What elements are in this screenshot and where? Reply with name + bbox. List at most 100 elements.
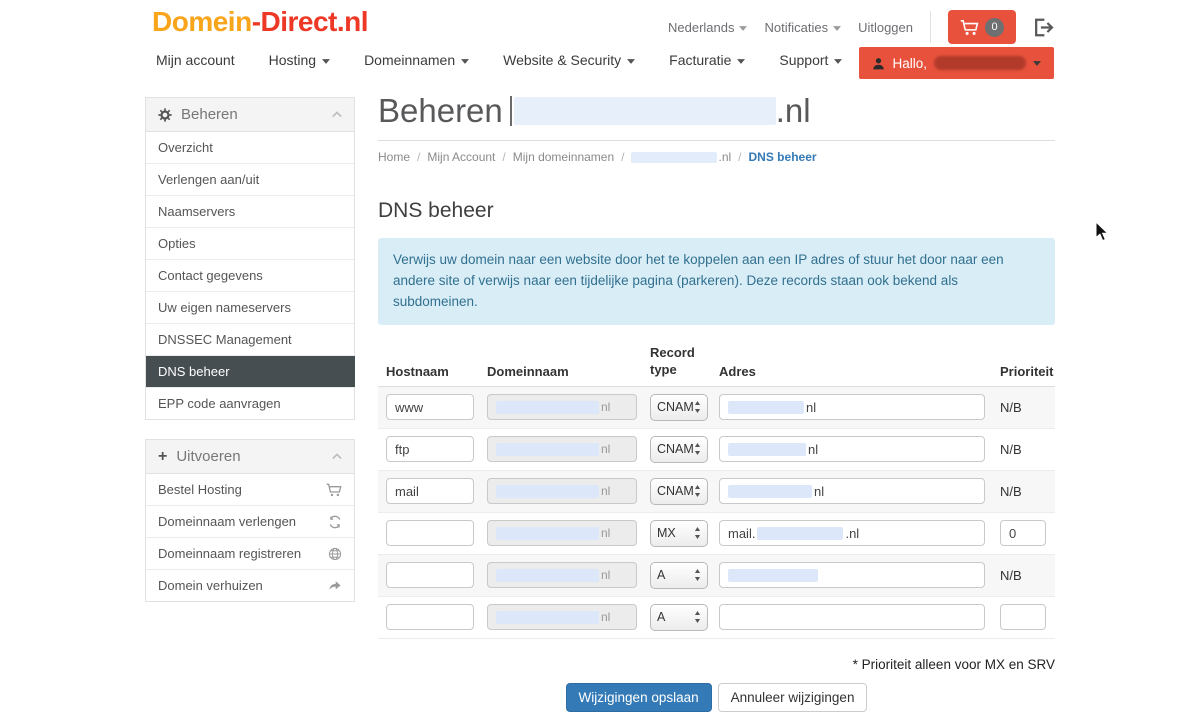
sidebar-item-label: EPP code aanvragen [158,396,281,411]
user-icon [872,57,885,70]
redacted-domain [496,569,599,582]
nav-item-domeinnamen[interactable]: Domeinnamen [364,52,469,68]
page-title-suffix: .nl [776,92,811,130]
top-link-uitloggen[interactable]: Uitloggen [858,20,913,35]
form-actions: Wijzigingen opslaan Annuleer wijzigingen [378,683,1055,712]
prioriteit-value: N/B [1000,568,1022,583]
redacted-adres [757,527,843,540]
site-logo[interactable]: Domein-Direct.nl [152,6,368,38]
sidebar-item-contact-gegevens[interactable]: Contact gegevens [146,260,354,292]
logout-icon[interactable] [1033,18,1054,37]
redacted-domain-name [514,97,776,125]
adres-suffix: nl [814,484,824,499]
breadcrumb-current[interactable]: DNS beheer [749,150,817,164]
sidebar: Beheren Overzicht Verlengen aan/uitNaamser… [145,97,355,621]
record-type-select[interactable]: A [650,562,708,589]
nav-item-website-security[interactable]: Website & Security [503,52,635,68]
sidebar-item-domein-verhuizen[interactable]: Domein verhuizen [146,570,354,601]
chevron-down-icon [834,59,842,64]
sidebar-item-dns-beheer[interactable]: DNS beheer [146,356,355,388]
sidebar-section-uitvoeren: +UitvoerenBestel HostingDomeinnaam verle… [145,439,355,602]
breadcrumb-link-mijn-domeinnamen[interactable]: Mijn domeinnamen [513,150,614,164]
adres-input[interactable] [719,604,985,630]
sidebar-item-verlengen-aan-uit[interactable]: Verlengen aan/uit [146,164,354,196]
hostnaam-input[interactable] [386,436,474,462]
hostnaam-input[interactable] [386,394,474,420]
sidebar-item-label: Overzicht [158,140,213,155]
adres-input[interactable]: nl [719,436,985,462]
sidebar-item-label: Opties [158,236,196,251]
sidebar-item-opties[interactable]: Opties [146,228,354,260]
record-type-select[interactable]: CNAM [650,478,708,505]
breadcrumb-link-domain[interactable]: .nl [631,150,731,164]
select-arrows-icon [694,443,701,455]
redacted-adres [728,443,806,456]
breadcrumb-link-home[interactable]: Home [378,150,410,164]
column-header-label: Record type [650,345,698,379]
cancel-button[interactable]: Annuleer wijzigingen [718,683,868,712]
nav-item-hosting[interactable]: Hosting [269,52,330,68]
redacted-domain [496,443,599,456]
sidebar-item-domeinnaam-registreren[interactable]: Domeinnaam registreren [146,538,354,570]
nav-item-label: Hosting [269,52,316,68]
nav-item-facturatie[interactable]: Facturatie [669,52,745,68]
sidebar-item-domeinnaam-verlengen[interactable]: Domeinnaam verlengen [146,506,354,538]
sidebar-item-label: Domeinnaam registreren [158,546,301,561]
cart-button[interactable]: 0 [948,10,1016,44]
select-arrows-icon [694,485,701,497]
hostnaam-input[interactable] [386,562,474,588]
sidebar-item-epp-code-aanvragen[interactable]: EPP code aanvragen [146,388,354,419]
hostnaam-input[interactable] [386,478,474,504]
nav-item-support[interactable]: Support [779,52,842,68]
top-link-nederlands[interactable]: Nederlands [668,20,748,35]
table-row: nlCNAMnlN/B [378,471,1055,513]
sidebar-item-uw-eigen-nameservers[interactable]: Uw eigen nameservers [146,292,354,324]
nav-item-mijn-account[interactable]: Mijn account [156,52,235,68]
adres-input[interactable] [719,562,985,588]
account-menu-button[interactable]: Hallo, [859,47,1054,79]
select-arrows-icon [694,401,701,413]
breadcrumb-domain-suffix: .nl [718,150,731,164]
record-type-select[interactable]: MX [650,520,708,547]
breadcrumb-separator: / [738,150,741,164]
redacted-domain [496,485,599,498]
table-row: nlA [378,597,1055,639]
record-type-select[interactable]: CNAM [650,394,708,421]
record-type-select[interactable]: A [650,604,708,631]
sidebar-section-beheren: Beheren Overzicht Verlengen aan/uitNaamser… [145,97,355,420]
adres-input[interactable]: nl [719,478,985,504]
breadcrumb-link-mijn-account[interactable]: Mijn Account [427,150,495,164]
dns-records-table: HostnaamDomeinnaamRecord typeAdresPriori… [378,345,1055,639]
table-body: nlCNAMnlN/BnlCNAMnlN/BnlCNAMnlN/BnlMXmai… [378,387,1055,639]
top-link-notificaties[interactable]: Notificaties [764,20,841,35]
main-nav: Mijn account Hosting Domeinnamen Website & … [156,52,842,68]
chevron-down-icon [627,59,635,64]
breadcrumb-separator: / [417,150,420,164]
save-button[interactable]: Wijzigingen opslaan [566,683,712,712]
record-type-value: CNAM [657,484,694,498]
hostnaam-input[interactable] [386,604,474,630]
sidebar-section-header-beheren[interactable]: Beheren [146,98,354,132]
sidebar-section-header-uitvoeren[interactable]: +Uitvoeren [146,440,354,474]
adres-input[interactable]: nl [719,394,985,420]
domeinnaam-input-disabled: nl [487,520,637,546]
adres-prefix: mail. [728,526,755,541]
prioriteit-input[interactable] [1000,604,1046,630]
gear-icon [158,108,172,122]
column-header-label: Hostnaam [386,364,449,379]
chevron-up-icon [332,453,342,460]
sidebar-item-naamservers[interactable]: Naamservers [146,196,354,228]
prioriteit-input[interactable] [1000,520,1046,546]
sidebar-item-overzicht[interactable]: Overzicht [146,132,354,164]
adres-input[interactable]: mail..nl [719,520,985,546]
plus-icon: + [158,451,167,463]
top-utility-bar: Nederlands Notificaties Uitloggen 0 [668,8,1054,46]
domain-suffix: nl [601,484,610,498]
table-row: nlAN/B [378,555,1055,597]
sidebar-item-dnssec-management[interactable]: DNSSEC Management [146,324,354,356]
record-type-select[interactable]: CNAM [650,436,708,463]
mouse-cursor [1095,222,1109,247]
column-header-label: Domeinnaam [487,364,569,379]
hostnaam-input[interactable] [386,520,474,546]
sidebar-item-bestel-hosting[interactable]: Bestel Hosting [146,474,354,506]
